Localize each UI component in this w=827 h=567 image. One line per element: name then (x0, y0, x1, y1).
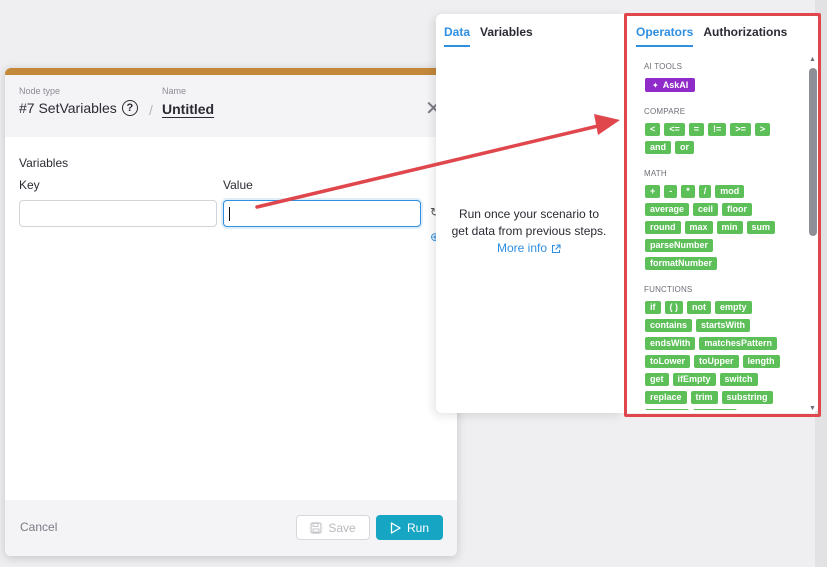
annotation-arrow (255, 114, 620, 209)
